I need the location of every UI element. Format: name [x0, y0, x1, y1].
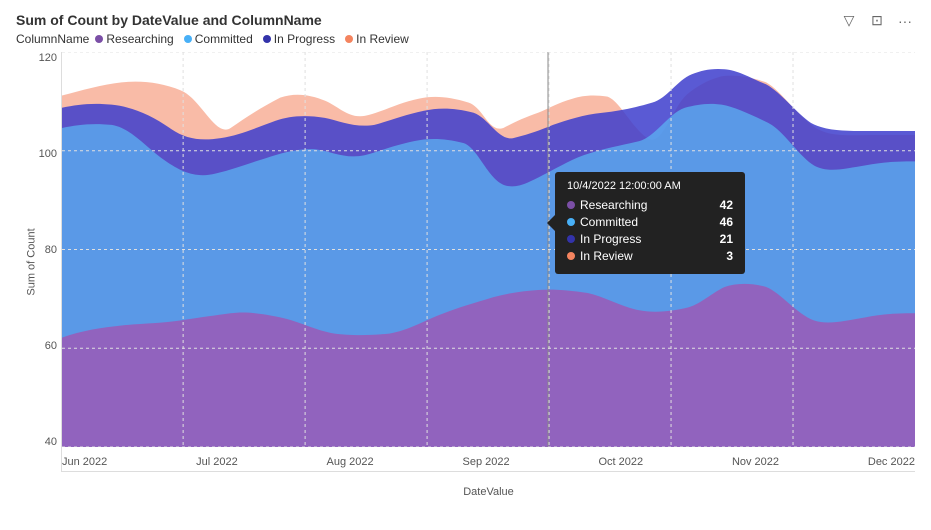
- legend-dot-in-progress: [263, 35, 271, 43]
- chart-container: Sum of Count by DateValue and ColumnName…: [0, 0, 931, 530]
- tooltip-value-researching: 42: [720, 198, 733, 212]
- legend-dot-committed: [184, 35, 192, 43]
- tooltip-dot-in-progress: [567, 235, 575, 243]
- tooltip-row-researching: Researching 42: [567, 198, 733, 212]
- legend-item-committed: Committed: [184, 32, 253, 46]
- tooltip-label-in-review: In Review: [580, 249, 633, 263]
- y-tick-60: 60: [45, 340, 61, 352]
- x-tick-jun: Jun 2022: [62, 456, 107, 472]
- expand-icon[interactable]: ⊡: [867, 12, 887, 29]
- plot-area: Jun 2022 Jul 2022 Aug 2022 Sep 2022 Oct …: [61, 52, 915, 472]
- chart-header: Sum of Count by DateValue and ColumnName…: [16, 12, 915, 46]
- legend-item-in-progress: In Progress: [263, 32, 335, 46]
- x-tick-sep: Sep 2022: [463, 456, 510, 472]
- x-tick-jul: Jul 2022: [196, 456, 238, 472]
- x-tick-aug: Aug 2022: [327, 456, 374, 472]
- x-tick-dec: Dec 2022: [868, 456, 915, 472]
- x-axis: Jun 2022 Jul 2022 Aug 2022 Sep 2022 Oct …: [62, 452, 915, 476]
- x-tick-oct: Oct 2022: [598, 456, 643, 472]
- legend-item-in-review: In Review: [345, 32, 409, 46]
- tooltip-label-committed: Committed: [580, 215, 638, 229]
- tooltip-label-in-progress: In Progress: [580, 232, 641, 246]
- tooltip-arrow: [547, 215, 555, 231]
- y-tick-40: 40: [45, 436, 61, 448]
- grid-lines-svg: [62, 52, 915, 447]
- tooltip-row-in-progress: In Progress 21: [567, 232, 733, 246]
- y-tick-100: 100: [39, 148, 61, 160]
- legend-item-researching: Researching: [95, 32, 173, 46]
- more-icon[interactable]: ···: [895, 13, 915, 29]
- tooltip-value-in-progress: 21: [720, 232, 733, 246]
- tooltip-label-researching: Researching: [580, 198, 647, 212]
- tooltip-dot-researching: [567, 201, 575, 209]
- x-axis-title: DateValue: [463, 486, 514, 498]
- tooltip-row-in-review: In Review 3: [567, 249, 733, 263]
- chart-area: Sum of Count 120 100 80 60 40: [16, 52, 915, 472]
- tooltip-date: 10/4/2022 12:00:00 AM: [567, 180, 733, 192]
- y-tick-120: 120: [39, 52, 61, 64]
- y-tick-80: 80: [45, 244, 61, 256]
- tooltip-dot-in-review: [567, 252, 575, 260]
- chart-title: Sum of Count by DateValue and ColumnName: [16, 12, 415, 28]
- filter-icon[interactable]: ▽: [839, 12, 859, 29]
- legend-dot-researching: [95, 35, 103, 43]
- chart-actions: ▽ ⊡ ···: [839, 12, 915, 29]
- tooltip-value-committed: 46: [720, 215, 733, 229]
- legend-label-in-review: In Review: [356, 32, 409, 46]
- tooltip-row-committed: Committed 46: [567, 215, 733, 229]
- tooltip: 10/4/2022 12:00:00 AM Researching 42 Com…: [555, 172, 745, 274]
- y-axis-title: Sum of Count: [26, 228, 38, 295]
- legend-column-label: ColumnName: [16, 32, 89, 46]
- legend: ColumnName Researching Committed In Prog…: [16, 32, 415, 46]
- tooltip-value-in-review: 3: [726, 249, 733, 263]
- legend-dot-in-review: [345, 35, 353, 43]
- x-tick-nov: Nov 2022: [732, 456, 779, 472]
- legend-label-in-progress: In Progress: [274, 32, 335, 46]
- legend-label-committed: Committed: [195, 32, 253, 46]
- y-axis: Sum of Count 120 100 80 60 40: [16, 52, 61, 472]
- tooltip-dot-committed: [567, 218, 575, 226]
- legend-label-researching: Researching: [106, 32, 173, 46]
